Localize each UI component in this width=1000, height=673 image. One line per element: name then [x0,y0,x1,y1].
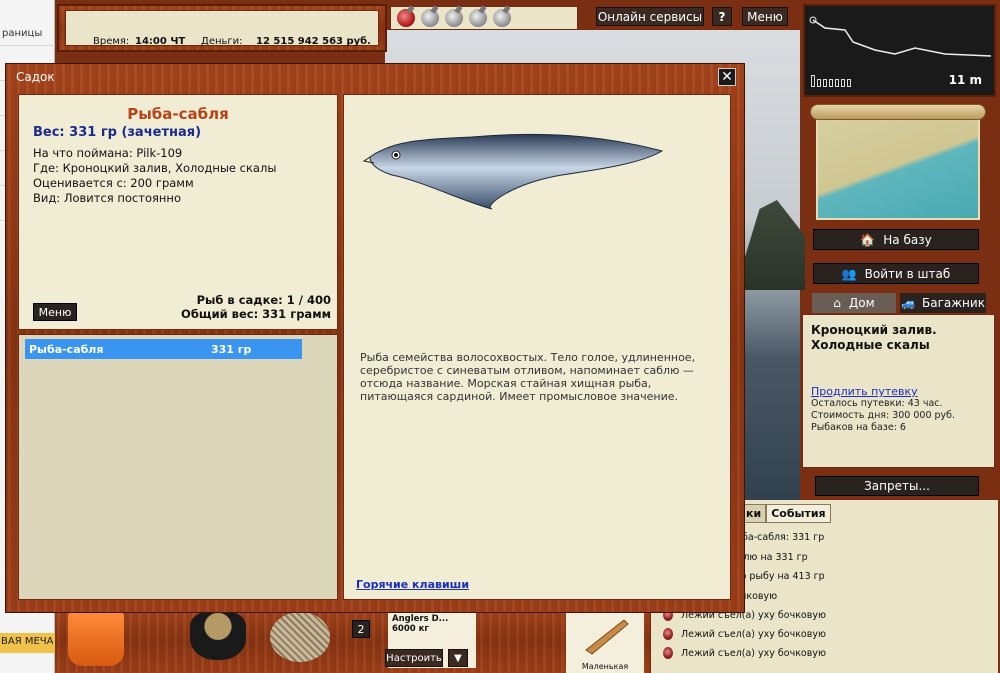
dropdown-arrow-icon[interactable]: ▼ [448,649,468,667]
day-cost: Стоимость дня: 300 000 руб. [811,410,956,421]
food-icon [663,628,673,640]
location-name: Кроноцкий залив. Холодные скалы [811,323,937,352]
lure-icon [585,619,629,655]
depth-profile: 11 m [803,4,996,97]
map-widget[interactable] [810,104,986,220]
tab-trunk[interactable]: 🚙 Багажник [900,293,986,313]
bait-bar [390,6,578,30]
tab-trunk-label: Багажник [922,296,985,310]
tab-home-label: Дом [848,296,875,310]
time-label: Время: [93,36,130,47]
bans-button[interactable]: Запреты... [815,476,979,496]
hotkeys-link[interactable]: Горячие клавиши [356,578,469,591]
potion-empty-icon[interactable] [421,9,439,27]
online-services-button[interactable]: Онлайн сервисы [596,7,704,26]
count-badge: 2 [352,620,370,638]
rated-from: Оценивается с: 200 грамм [33,176,194,190]
event-text: Лежий съел(а) уху бочковую [681,628,826,640]
strip-label: раницы [2,28,43,39]
car-icon: 🚙 [901,296,916,310]
keepnet-stats: Рыб в садке: 1 / 400 Общий вес: 331 грам… [181,293,331,321]
tab-events[interactable]: События [766,504,831,523]
map-scroll-icon [810,104,986,120]
food-icon [663,647,673,659]
potion-empty-icon[interactable] [445,9,463,27]
people-icon: 👥 [841,266,857,281]
inventory-bar [55,608,650,673]
total-weight: Общий вес: 331 грамм [181,307,331,321]
list-item-weight: 331 гр [211,342,252,356]
to-base-label: На базу [883,232,932,247]
money-label: Деньги: [201,36,243,47]
fish-weight: Вес: 331 гр (зачетная) [33,125,202,140]
fish-count: Рыб в садке: 1 / 400 [196,293,331,307]
lure-caption: Маленькая [581,662,629,671]
list-item-name: Рыба-сабля [29,342,104,356]
line-tension-bars [811,75,851,87]
depth-curve [809,16,992,57]
fish-kind: Вид: Ловится постоянно [33,191,181,205]
home-icon: ⌂ [833,296,841,310]
money-value: 12 515 942 563 руб. [256,36,371,47]
tab-home[interactable]: ⌂ Дом [812,293,896,313]
time-value: 14:00 ЧТ [135,36,186,47]
cast-distance: 11 m [948,73,982,87]
status-panel: Время: 14:00 ЧТ Деньги: 12 515 942 563 р… [57,4,387,52]
location-panel: Кроноцкий залив. Холодные скалы Продлить… [802,314,995,468]
caught-with: На что поймана: Pilk-109 [33,146,183,160]
rope-icon[interactable] [270,612,330,662]
list-item[interactable]: Рыба-сабля 331 гр [25,339,302,359]
potion-empty-icon[interactable] [493,9,511,27]
lure-slot[interactable]: Маленькая [566,612,644,673]
pot-icon[interactable] [190,612,246,660]
dialog-title: Садок [16,70,55,84]
setup-button[interactable]: Настроить [385,649,443,667]
keepnet-dialog: Садок ✕ Рыба-сабля Вес: 331 гр (зачетная… [5,63,745,613]
fish-list: Рыба-сабля 331 гр [18,334,338,600]
extend-permit-link[interactable]: Продлить путевку [811,385,986,398]
catch-location: Где: Кроноцкий залив, Холодные скалы [33,161,277,175]
fish-info-panel: Рыба-сабля Вес: 331 гр (зачетная) На что… [18,94,338,330]
fish-illustration-icon [362,133,664,210]
fish-name: Рыба-сабля [127,105,229,123]
location-map[interactable] [816,116,980,220]
rod-capacity: 6000 кг [392,624,429,634]
hq-label: Войти в штаб [864,266,951,281]
event-text: Лежий съел(а) уху бочковую [681,647,826,659]
permit-remaining: Осталось путевки: 43 час. [811,398,943,409]
potion-empty-icon[interactable] [469,9,487,27]
fish-description: Рыба семейства волосохвостых. Тело голое… [360,351,696,403]
close-icon[interactable]: ✕ [718,68,736,86]
potion-icon[interactable] [397,9,415,27]
enter-hq-button[interactable]: 👥 Войти в штаб [813,263,979,284]
fish-menu-button[interactable]: Меню [33,303,77,321]
strip-footer: ВАЯ МЕЧА [0,633,55,653]
bucket-icon[interactable] [68,612,124,666]
help-button[interactable]: ? [712,7,732,26]
cabin-icon: 🏠 [860,232,876,247]
to-base-button[interactable]: 🏠 На базу [813,229,979,250]
main-menu-button[interactable]: Меню [742,7,788,26]
rod-name: Anglers D... [392,614,449,624]
fish-description-panel: Рыба семейства волосохвостых. Тело голое… [343,94,731,600]
anglers-count: Рыбаков на базе: 6 [811,422,906,433]
